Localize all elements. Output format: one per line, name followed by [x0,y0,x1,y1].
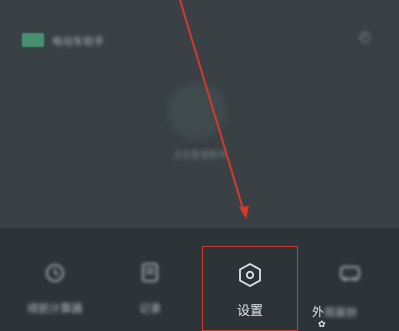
nav-label-range-calculator: 续航计算器 [27,302,83,315]
timer-icon [41,258,69,286]
app-name: 电动车助手 [52,36,105,48]
notes-icon [136,258,164,286]
nav-label-settings: 设置 [236,304,263,319]
app-logo-icon [22,33,44,47]
app-screen: 电动车助手 ◴ 点击登录账号 续航计算器 记录 设置 外观装扮 ✿ [0,0,399,331]
login-caption[interactable]: 点击登录账号 [150,148,250,161]
settings-hexagon-icon [239,262,261,288]
user-icon[interactable]: ◴ [356,28,374,46]
profile-card: 电动车助手 ◴ 点击登录账号 [0,0,399,228]
nav-label-records: 记录 [139,302,161,315]
nav-label-appearance: 外观装扮 [312,303,357,320]
nav-label-appearance-visible: 外 [312,305,325,319]
nav-label-appearance-blurred: 观装扮 [324,306,358,319]
app-header: 电动车助手 [22,30,105,50]
nav-item-records[interactable]: 记录 [105,248,195,328]
avatar[interactable] [168,82,226,140]
nav-item-settings[interactable]: 设置 [202,246,298,331]
paw-icon: ✿ [318,320,326,330]
nav-item-range-calculator[interactable]: 续航计算器 [10,248,100,328]
car-icon [336,258,364,286]
